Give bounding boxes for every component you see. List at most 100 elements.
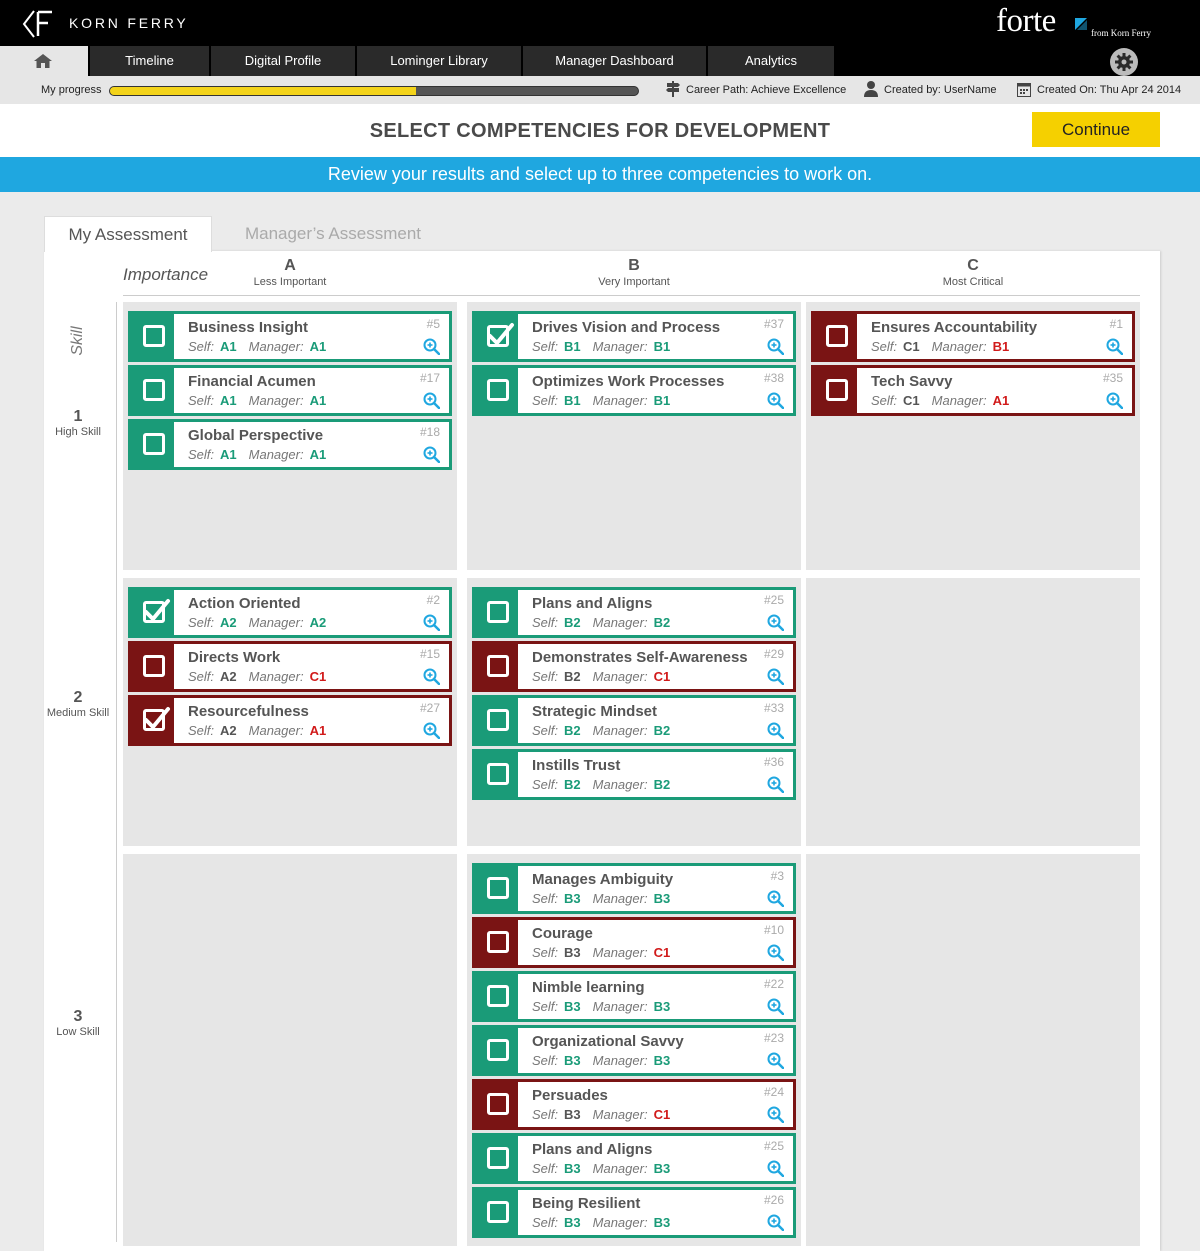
competency-card[interactable]: Optimizes Work Processes #38 Self: B1 Manage… [472, 365, 796, 416]
competency-number: #26 [763, 1193, 784, 1207]
checkbox[interactable] [487, 1093, 509, 1115]
nav-tab-analytics[interactable]: Analytics [708, 46, 834, 76]
checkbox-area[interactable] [814, 368, 857, 413]
nav-tab-timeline[interactable]: Timeline [90, 46, 209, 76]
zoom-icon[interactable] [767, 1160, 784, 1177]
competency-card[interactable]: Plans and Aligns #25 Self: B3 Manager: B3 [472, 1133, 796, 1184]
nav-tab-lominger-library[interactable]: Lominger Library [357, 46, 521, 76]
competency-card[interactable]: Global Perspective #18 Self: A1 Manager: A1 [128, 419, 452, 470]
competency-card[interactable]: Persuades #24 Self: B3 Manager: C1 [472, 1079, 796, 1130]
checkbox-area[interactable] [475, 1082, 518, 1127]
checkbox[interactable] [487, 1039, 509, 1061]
zoom-icon[interactable] [767, 1052, 784, 1069]
competency-card[interactable]: Plans and Aligns #25 Self: B2 Manager: B2 [472, 587, 796, 638]
zoom-icon[interactable] [767, 776, 784, 793]
zoom-icon[interactable] [423, 392, 440, 409]
checkbox-area[interactable] [475, 644, 518, 689]
checkbox[interactable] [487, 985, 509, 1007]
checkbox-area[interactable] [475, 974, 518, 1019]
settings-button[interactable] [1110, 48, 1138, 76]
checkbox[interactable] [143, 655, 165, 677]
grid-cell-2b: Plans and Aligns #25 Self: B2 Manager: B2 Demo… [467, 578, 801, 846]
checkbox[interactable] [487, 1147, 509, 1169]
nav-tab-manager-dashboard[interactable]: Manager Dashboard [523, 46, 706, 76]
zoom-icon[interactable] [767, 614, 784, 631]
checkbox-area[interactable] [475, 1136, 518, 1181]
checkbox[interactable] [487, 709, 509, 731]
zoom-icon[interactable] [767, 668, 784, 685]
checkbox-area[interactable] [131, 698, 174, 743]
competency-card[interactable]: Resourcefulness #27 Self: A2 Manager: A1 [128, 695, 452, 746]
progress-fill [110, 87, 417, 95]
checkbox-area[interactable] [475, 314, 518, 359]
checkbox[interactable] [487, 763, 509, 785]
zoom-icon[interactable] [423, 446, 440, 463]
zoom-icon[interactable] [423, 338, 440, 355]
zoom-icon[interactable] [423, 614, 440, 631]
nav-tab-digital-profile[interactable]: Digital Profile [211, 46, 355, 76]
checkbox-area[interactable] [475, 866, 518, 911]
checkbox-area[interactable] [131, 644, 174, 689]
checkbox[interactable] [487, 601, 509, 623]
checkbox[interactable] [487, 1201, 509, 1223]
checkbox[interactable] [487, 379, 509, 401]
competency-number: #23 [763, 1031, 784, 1045]
competency-name: Global Perspective [188, 427, 324, 444]
competency-card[interactable]: Action Oriented #2 Self: A2 Manager: A2 [128, 587, 452, 638]
competency-card[interactable]: Financial Acumen #17 Self: A1 Manager: A1 [128, 365, 452, 416]
main-nav: Timeline Digital Profile Lominger Librar… [0, 46, 1200, 76]
competency-card[interactable]: Strategic Mindset #33 Self: B2 Manager: B2 [472, 695, 796, 746]
tab-my-assessment[interactable]: My Assessment [44, 216, 212, 252]
competency-card[interactable]: Being Resilient #26 Self: B3 Manager: B3 [472, 1187, 796, 1238]
zoom-icon[interactable] [767, 998, 784, 1015]
checkbox-area[interactable] [131, 590, 174, 635]
home-button[interactable] [0, 46, 88, 76]
checkbox[interactable] [487, 877, 509, 899]
checkbox[interactable] [143, 433, 165, 455]
checkbox[interactable] [143, 325, 165, 347]
competency-card[interactable]: Organizational Savvy #23 Self: B3 Manager: B3 [472, 1025, 796, 1076]
checkbox-area[interactable] [475, 1028, 518, 1073]
continue-button[interactable]: Continue [1032, 112, 1160, 147]
checkbox-area[interactable] [814, 314, 857, 359]
zoom-icon[interactable] [767, 338, 784, 355]
zoom-icon[interactable] [767, 722, 784, 739]
zoom-icon[interactable] [767, 944, 784, 961]
checkbox[interactable] [826, 379, 848, 401]
competency-card[interactable]: Ensures Accountability #1 Self: C1 Manager: B… [811, 311, 1135, 362]
zoom-icon[interactable] [1106, 338, 1123, 355]
competency-card[interactable]: Nimble learning #22 Self: B3 Manager: B3 [472, 971, 796, 1022]
tab-managers-assessment[interactable]: Manager’s Assessment [222, 216, 444, 252]
competency-card[interactable]: Instills Trust #36 Self: B2 Manager: B2 [472, 749, 796, 800]
competency-card[interactable]: Demonstrates Self-Awareness #29 Self: B2 Man… [472, 641, 796, 692]
checkbox-area[interactable] [131, 422, 174, 467]
competency-card[interactable]: Manages Ambiguity #3 Self: B3 Manager: B3 [472, 863, 796, 914]
competency-card[interactable]: Drives Vision and Process #37 Self: B1 Manag… [472, 311, 796, 362]
checkbox-area[interactable] [131, 314, 174, 359]
checkbox-area[interactable] [475, 920, 518, 965]
zoom-icon[interactable] [767, 1106, 784, 1123]
zoom-icon[interactable] [1106, 392, 1123, 409]
checkbox-area[interactable] [131, 368, 174, 413]
checkbox-area[interactable] [475, 590, 518, 635]
checkbox[interactable] [826, 325, 848, 347]
zoom-icon[interactable] [423, 668, 440, 685]
zoom-icon[interactable] [767, 1214, 784, 1231]
self-rating: B2 [564, 615, 581, 630]
zoom-icon[interactable] [767, 890, 784, 907]
checkbox[interactable] [487, 931, 509, 953]
manager-rating: B1 [653, 393, 671, 408]
competency-card[interactable]: Business Insight #5 Self: A1 Manager: A1 [128, 311, 452, 362]
checkbox[interactable] [487, 655, 509, 677]
checkbox-area[interactable] [475, 698, 518, 743]
zoom-icon[interactable] [767, 392, 784, 409]
checkbox-area[interactable] [475, 1190, 518, 1235]
competency-number: #25 [763, 1139, 784, 1153]
competency-card[interactable]: Courage #10 Self: B3 Manager: C1 [472, 917, 796, 968]
checkbox-area[interactable] [475, 752, 518, 797]
competency-card[interactable]: Directs Work #15 Self: A2 Manager: C1 [128, 641, 452, 692]
zoom-icon[interactable] [423, 722, 440, 739]
checkbox[interactable] [143, 379, 165, 401]
checkbox-area[interactable] [475, 368, 518, 413]
competency-card[interactable]: Tech Savvy #35 Self: C1 Manager: A1 [811, 365, 1135, 416]
